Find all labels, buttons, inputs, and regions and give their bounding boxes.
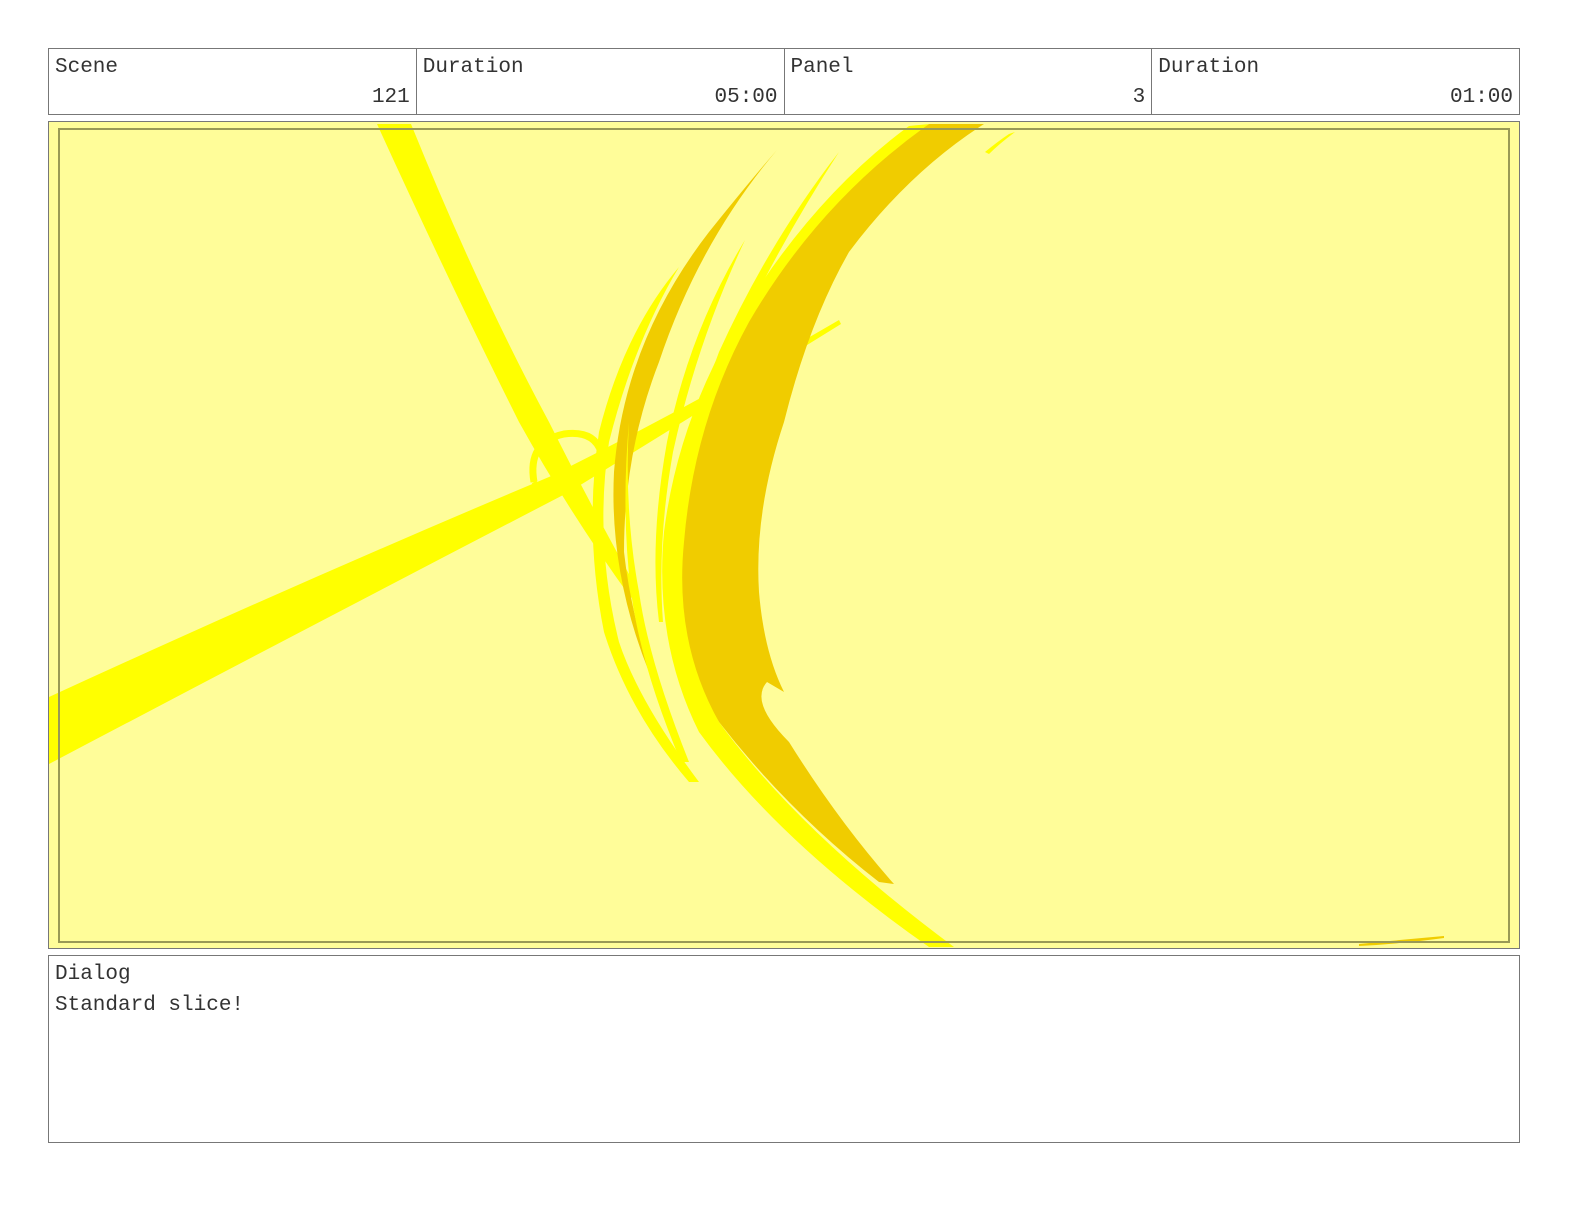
panel-duration-value: 01:00: [1449, 86, 1513, 109]
scene-duration-cell: Duration 05:00: [417, 49, 785, 114]
dialog-text: Standard slice!: [55, 994, 245, 1017]
dialog-label: Dialog: [55, 963, 131, 986]
dialog-box: Dialog Standard slice!: [48, 955, 1520, 1143]
panel-cell: Panel 3: [785, 49, 1153, 114]
panel-number: 3: [1132, 86, 1146, 109]
panel-label: Panel: [790, 56, 854, 79]
scene-duration-value: 05:00: [714, 86, 778, 109]
storyboard-frame: [48, 121, 1520, 949]
panel-info-header: Scene 121 Duration 05:00 Panel 3 Duratio…: [48, 48, 1520, 115]
scene-number: 121: [371, 86, 410, 109]
panel-duration-cell: Duration 01:00: [1152, 49, 1519, 114]
scene-cell: Scene 121: [49, 49, 417, 114]
scene-duration-label: Duration: [422, 56, 524, 79]
slash-effect-artwork: [49, 122, 1519, 948]
panel-duration-label: Duration: [1158, 56, 1260, 79]
scene-label: Scene: [55, 56, 119, 79]
